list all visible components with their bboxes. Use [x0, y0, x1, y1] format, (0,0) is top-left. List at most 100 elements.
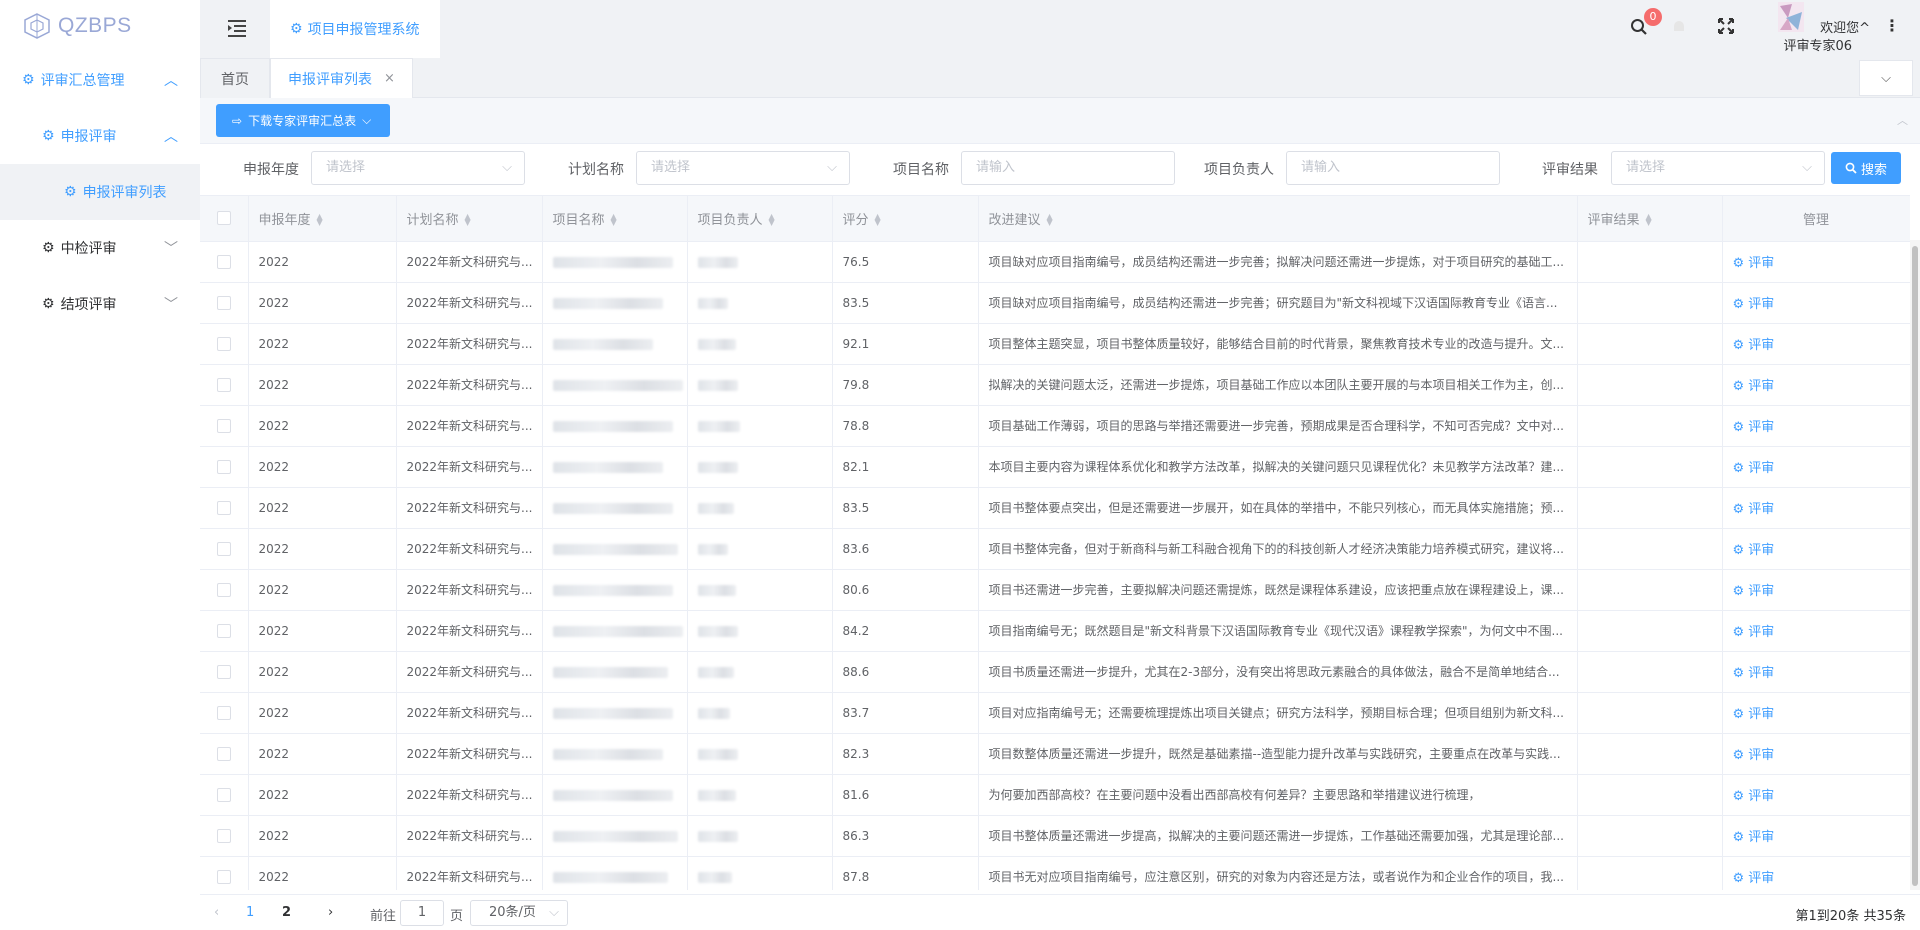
table-row[interactable]: 2022 2022年新文科研究与... 82.3 项目数整体质量还需进一步提升，既然是… [200, 733, 1910, 775]
column-header-project[interactable]: 项目名称 ▲ ▼ [542, 196, 688, 242]
review-action-link[interactable]: ⚙ 评审 [1733, 420, 1775, 435]
review-action-link[interactable]: ⚙ 评审 [1733, 338, 1775, 353]
review-action-link[interactable]: ⚙ 评审 [1733, 666, 1775, 681]
row-checkbox-cell[interactable] [200, 610, 249, 652]
sort-icon[interactable]: ▲ ▼ [875, 213, 881, 227]
logo[interactable]: QZBPS [0, 0, 200, 52]
row-checkbox-cell[interactable] [200, 487, 249, 529]
result-select[interactable]: 请选择 ⌵ [1611, 151, 1825, 185]
row-checkbox-cell[interactable] [200, 856, 249, 890]
row-checkbox[interactable] [216, 336, 231, 351]
prev-page-icon[interactable]: ‹ [214, 905, 219, 920]
row-checkbox-cell[interactable] [200, 282, 249, 324]
avatar[interactable] [1778, 2, 1804, 32]
sidebar-item-review-summary[interactable]: ⚙ 评审汇总管理 ︿ [0, 52, 200, 108]
table-row[interactable]: 2022 2022年新文科研究与... 78.8 项目基础工作薄弱，项目的思路与举措还… [200, 405, 1910, 447]
row-checkbox-cell[interactable] [200, 241, 249, 283]
sort-icon[interactable]: ▲ ▼ [611, 213, 617, 227]
next-page-icon[interactable]: › [328, 905, 333, 920]
row-checkbox[interactable] [216, 500, 231, 515]
goto-page-input[interactable]: 1 [400, 900, 444, 926]
sort-icon[interactable]: ▲ ▼ [1646, 213, 1652, 227]
table-row[interactable]: 2022 2022年新文科研究与... 87.8 项目书无对应项目指南编号，应注意区别… [200, 856, 1910, 890]
row-checkbox[interactable] [216, 295, 231, 310]
table-row[interactable]: 2022 2022年新文科研究与... 81.6 为何要加西部高校？在主要问题中没看出… [200, 774, 1910, 816]
column-header-score[interactable]: 评分 ▲ ▼ [832, 196, 979, 242]
page-number[interactable]: 2 [282, 905, 291, 920]
sort-icon[interactable]: ▲ ▼ [317, 213, 323, 227]
sidebar-item-midterm-review[interactable]: ⚙ 中检评审 ﹀ [0, 220, 200, 276]
table-row[interactable]: 2022 2022年新文科研究与... 83.5 项目书整体要点突出，但是还需要进一步… [200, 487, 1910, 529]
download-summary-button[interactable]: ⇨ 下载专家评审汇总表 ⌵ [216, 104, 390, 137]
sidebar-item-final-review[interactable]: ⚙ 结项评审 ﹀ [0, 276, 200, 332]
review-action-link[interactable]: ⚙ 评审 [1733, 625, 1775, 640]
table-row[interactable]: 2022 2022年新文科研究与... 84.2 项目指南编号无；既然题目是"新文科背… [200, 610, 1910, 652]
sidebar-item-application-review-list[interactable]: ⚙ 申报评审列表 [0, 164, 200, 220]
table-row[interactable]: 2022 2022年新文科研究与... 86.3 项目书整体质量还需进一步提高，拟解决… [200, 815, 1910, 857]
year-select[interactable]: 请选择 ⌵ [311, 151, 525, 185]
collapse-icon[interactable]: ︿ [1897, 112, 1908, 128]
page-number[interactable]: 1 [246, 905, 254, 920]
table-row[interactable]: 2022 2022年新文科研究与... 83.6 项目书整体完备，但对于新商科与新工科… [200, 528, 1910, 570]
table-row[interactable]: 2022 2022年新文科研究与... 83.5 项目缺对应项目指南编号，成员结构还需… [200, 282, 1910, 324]
welcome-text[interactable]: 欢迎您^ [1820, 17, 1870, 36]
row-checkbox[interactable] [216, 828, 231, 843]
row-checkbox-cell[interactable] [200, 569, 249, 611]
table-row[interactable]: 2022 2022年新文科研究与... 88.6 项目书质量还需进一步提升，尤其在2-… [200, 651, 1910, 693]
sidebar-item-application-review[interactable]: ⚙ 申报评审 ︿ [0, 108, 200, 164]
sort-icon[interactable]: ▲ ▼ [1047, 213, 1053, 227]
column-header-year[interactable]: 申报年度 ▲ ▼ [248, 196, 397, 242]
review-action-link[interactable]: ⚙ 评审 [1733, 871, 1775, 886]
app-system-tab[interactable]: ⚙ 项目申报管理系统 [270, 0, 440, 58]
table-row[interactable]: 2022 2022年新文科研究与... 76.5 项目缺对应项目指南编号，成员结构还需… [200, 241, 1910, 283]
search-button[interactable]: 搜索 [1831, 152, 1901, 184]
table-scrollbar[interactable] [1910, 240, 1920, 890]
row-checkbox[interactable] [216, 582, 231, 597]
row-checkbox[interactable] [216, 664, 231, 679]
review-action-link[interactable]: ⚙ 评审 [1733, 707, 1775, 722]
row-checkbox-cell[interactable] [200, 651, 249, 693]
select-all-checkbox[interactable] [216, 211, 231, 226]
row-checkbox[interactable] [216, 459, 231, 474]
review-action-link[interactable]: ⚙ 评审 [1733, 543, 1775, 558]
plan-select[interactable]: 请选择 ⌵ [636, 151, 850, 185]
table-row[interactable]: 2022 2022年新文科研究与... 92.1 项目整体主题突显，项目书整体质量较好… [200, 323, 1910, 365]
review-action-link[interactable]: ⚙ 评审 [1733, 502, 1775, 517]
table-row[interactable]: 2022 2022年新文科研究与... 82.1 本项目主要内容为课程体系优化和教学方… [200, 446, 1910, 488]
page-size-select[interactable]: 20条/页 ⌵ [470, 900, 568, 926]
tab-home[interactable]: 首页 [200, 58, 270, 98]
row-checkbox-cell[interactable] [200, 815, 249, 857]
row-checkbox[interactable] [216, 746, 231, 761]
row-checkbox-cell[interactable] [200, 323, 249, 365]
table-row[interactable]: 2022 2022年新文科研究与... 79.8 拟解决的关键问题太泛，还需进一步提炼… [200, 364, 1910, 406]
sort-icon[interactable]: ▲ ▼ [465, 213, 471, 227]
select-all-checkbox-cell[interactable] [200, 196, 249, 242]
row-checkbox[interactable] [216, 254, 231, 269]
sort-icon[interactable]: ▲ ▼ [769, 213, 775, 227]
row-checkbox-cell[interactable] [200, 733, 249, 775]
more-vertical-icon[interactable]: ⋮ [1884, 16, 1900, 35]
review-action-link[interactable]: ⚙ 评审 [1733, 748, 1775, 763]
fullscreen-icon[interactable] [1718, 18, 1734, 38]
review-action-link[interactable]: ⚙ 评审 [1733, 379, 1775, 394]
row-checkbox-cell[interactable] [200, 446, 249, 488]
review-action-link[interactable]: ⚙ 评审 [1733, 461, 1775, 476]
table-row[interactable]: 2022 2022年新文科研究与... 80.6 项目书还需进一步完善，主要拟解决问题… [200, 569, 1910, 611]
tabs-dropdown-button[interactable]: ⌵ [1859, 60, 1913, 96]
row-checkbox-cell[interactable] [200, 364, 249, 406]
close-icon[interactable]: × [384, 71, 395, 86]
row-checkbox[interactable] [216, 787, 231, 802]
row-checkbox[interactable] [216, 869, 231, 884]
row-checkbox[interactable] [216, 623, 231, 638]
review-action-link[interactable]: ⚙ 评审 [1733, 584, 1775, 599]
row-checkbox[interactable] [216, 541, 231, 556]
review-action-link[interactable]: ⚙ 评审 [1733, 789, 1775, 804]
column-header-result[interactable]: 评审结果 ▲ ▼ [1577, 196, 1723, 242]
bell-icon[interactable] [1670, 18, 1688, 40]
column-header-leader[interactable]: 项目负责人 ▲ ▼ [687, 196, 833, 242]
column-header-suggestion[interactable]: 改进建议 ▲ ▼ [978, 196, 1578, 242]
scrollbar-thumb[interactable] [1912, 246, 1918, 886]
row-checkbox-cell[interactable] [200, 405, 249, 447]
review-action-link[interactable]: ⚙ 评审 [1733, 297, 1775, 312]
row-checkbox-cell[interactable] [200, 528, 249, 570]
